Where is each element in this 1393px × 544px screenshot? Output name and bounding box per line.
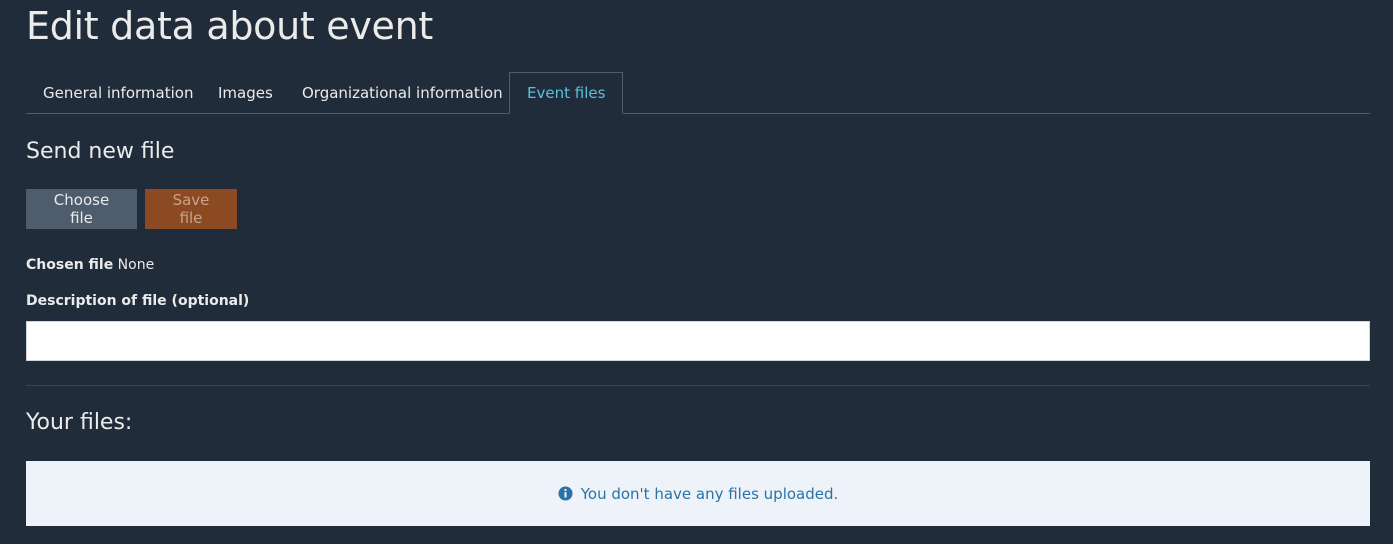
tab-general-information[interactable]: General information: [26, 72, 210, 114]
choose-file-button[interactable]: Choose file: [26, 189, 137, 229]
your-files-heading: Your files:: [26, 410, 133, 435]
divider: [26, 385, 1370, 386]
send-new-file-heading: Send new file: [26, 139, 175, 164]
chosen-file-value: None: [117, 257, 155, 273]
page: Edit data about event General informatio…: [0, 0, 1393, 544]
tab-event-files[interactable]: Event files: [509, 72, 624, 114]
chosen-file-label: Chosen file: [26, 257, 114, 273]
info-circle-icon: [558, 486, 573, 501]
chosen-file-row: Chosen file None: [26, 257, 154, 273]
description-field[interactable]: [26, 321, 1370, 361]
tab-organizational-information[interactable]: Organizational information: [285, 72, 520, 114]
description-label: Description of file (optional): [26, 293, 250, 309]
save-file-button[interactable]: Save file: [145, 189, 237, 229]
tab-images[interactable]: Images: [201, 72, 290, 114]
tab-bar: General information Images Organizationa…: [26, 72, 1370, 114]
no-files-message: You don't have any files uploaded.: [580, 484, 839, 503]
page-title: Edit data about event: [26, 4, 433, 48]
no-files-alert: You don't have any files uploaded.: [26, 461, 1370, 526]
